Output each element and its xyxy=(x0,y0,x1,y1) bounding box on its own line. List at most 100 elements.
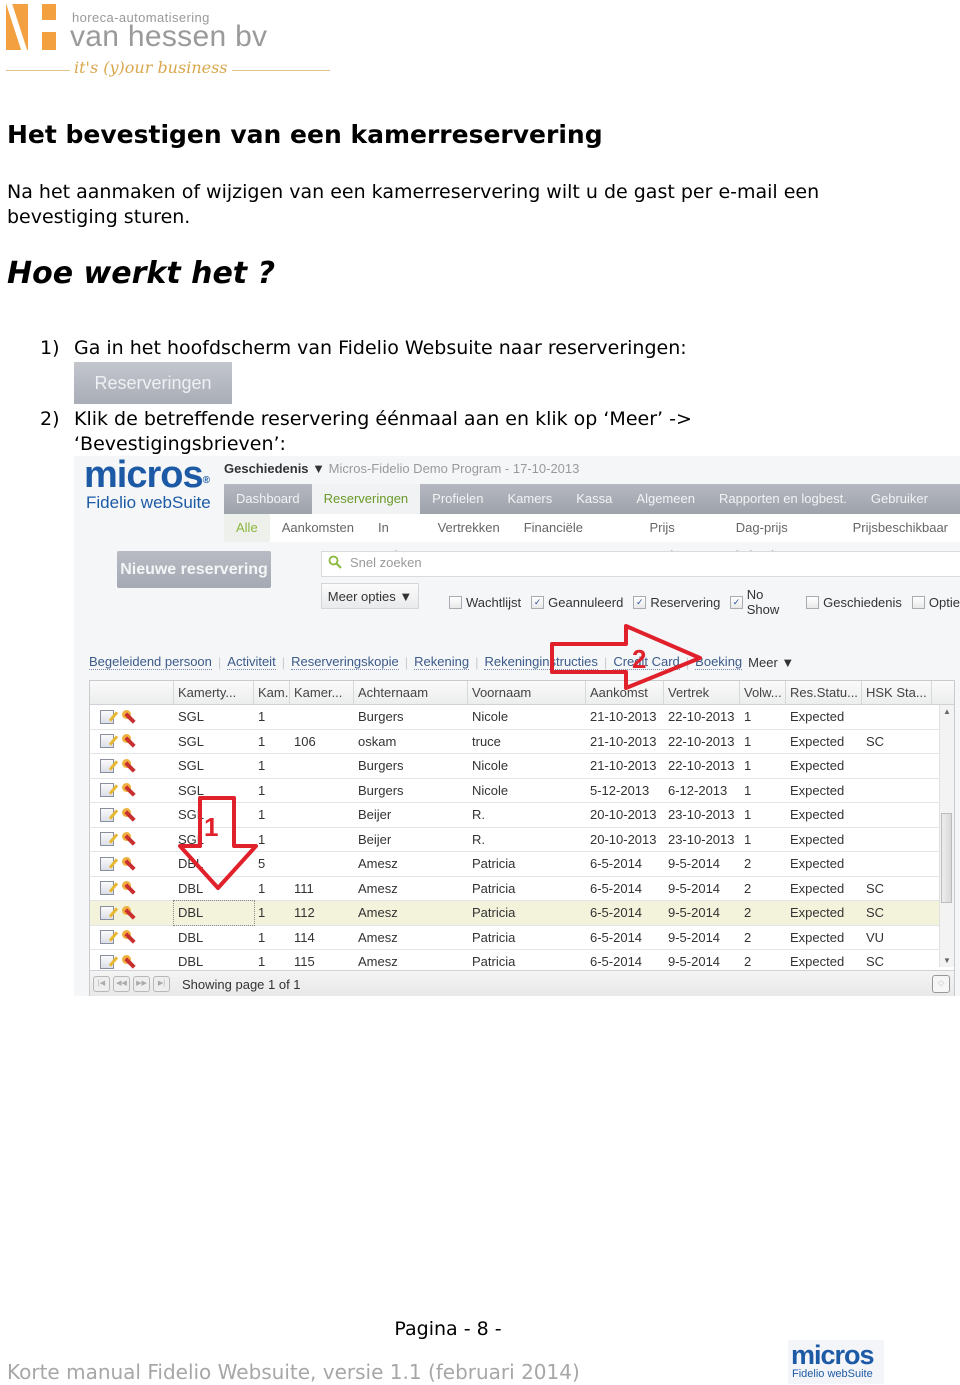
nav-kamers[interactable]: Kamers xyxy=(495,484,564,514)
column-header[interactable]: Kamer... xyxy=(290,681,354,704)
breadcrumb-history[interactable]: Geschiedenis xyxy=(224,461,309,476)
subnav-aankomsten[interactable]: Aankomsten xyxy=(270,514,366,542)
cell-vertrek: 9-5-2014 xyxy=(668,929,721,945)
scroll-down-icon[interactable]: ▼ xyxy=(943,956,951,965)
more-options-button[interactable]: Meer opties ▼ xyxy=(321,583,419,609)
column-header[interactable]: HSK Sta... xyxy=(862,681,932,704)
nav-profielen[interactable]: Profielen xyxy=(420,484,495,514)
cell-volw: 1 xyxy=(744,709,752,724)
key-icon[interactable] xyxy=(122,832,136,846)
edit-icon[interactable] xyxy=(100,734,114,749)
prev-page-icon[interactable]: ◀◀ xyxy=(113,976,130,992)
edit-icon[interactable] xyxy=(100,905,114,920)
filter-wachtlijst[interactable]: Wachtlijst xyxy=(449,587,521,617)
table-row[interactable]: DBL 1 114 Amesz Patricia 6-5-2014 9-5-2014 2 Exp… xyxy=(90,926,954,950)
edit-icon[interactable] xyxy=(100,856,114,871)
fidelio-screenshot: micros® Fidelio webSuite Geschiedenis ▼ … xyxy=(74,456,960,996)
cell-resstatu: Expected xyxy=(790,807,845,822)
cell-hsksta: SC xyxy=(866,905,885,920)
scroll-thumb[interactable] xyxy=(941,813,952,903)
column-header[interactable] xyxy=(90,681,174,704)
next-page-icon[interactable]: ▶▶ xyxy=(133,976,150,992)
first-page-icon[interactable]: |◀ xyxy=(93,976,110,992)
intro-paragraph: Na het aanmaken of wijzigen van een kame… xyxy=(7,181,820,228)
column-header[interactable]: Res.Statu... xyxy=(786,681,862,704)
nav-rapporten[interactable]: Rapporten en logbest. xyxy=(707,484,859,514)
key-icon[interactable] xyxy=(122,905,136,920)
nav-gebruiker[interactable]: Gebruiker xyxy=(859,484,940,514)
cell-aankomst: 20-10-2013 xyxy=(590,807,657,822)
subnav-in-huis[interactable]: In Huis xyxy=(366,514,426,563)
filter-reservering[interactable]: ✓ Reservering xyxy=(633,587,720,617)
column-header[interactable]: Volw... xyxy=(740,681,786,704)
key-icon[interactable] xyxy=(122,734,136,748)
edit-icon[interactable] xyxy=(100,709,114,724)
step-text: Ga in het hoofdscherm van Fidelio Websui… xyxy=(74,337,687,359)
key-icon[interactable] xyxy=(122,881,136,895)
edit-icon[interactable] xyxy=(100,807,114,822)
nav-dashboard[interactable]: Dashboard xyxy=(224,484,312,514)
column-header[interactable]: Kamerty... xyxy=(174,681,254,704)
lightbulb-icon[interactable]: ◌ xyxy=(932,975,950,993)
filter-geschiedenis[interactable]: Geschiedenis xyxy=(806,587,902,617)
table-row[interactable]: SGL 1 Burgers Nicole 21-10-2013 22-10-2013 1 Ex… xyxy=(90,754,954,779)
key-icon[interactable] xyxy=(122,807,136,822)
checkbox-checked[interactable]: ✓ xyxy=(730,595,743,609)
link-begeleidend-persoon[interactable]: Begeleidend persoon xyxy=(89,655,212,670)
link-reserveringskopie[interactable]: Reserveringskopie xyxy=(291,655,399,670)
key-icon[interactable] xyxy=(122,856,136,871)
main-nav: Dashboard Reserveringen Profielen Kamers… xyxy=(224,484,960,514)
edit-icon[interactable] xyxy=(100,758,114,773)
row-actions xyxy=(90,852,174,876)
filter-no-show[interactable]: ✓ No Show xyxy=(730,587,796,617)
search-input[interactable] xyxy=(348,554,652,571)
filter-optie[interactable]: Optie xyxy=(911,587,960,617)
filter-geannuleerd[interactable]: ✓ Geannuleerd xyxy=(531,587,623,617)
key-icon[interactable] xyxy=(122,783,136,797)
cell-hsksta xyxy=(862,705,932,729)
edit-icon[interactable] xyxy=(100,954,114,969)
checkbox-unchecked[interactable] xyxy=(449,595,462,609)
checkbox-unchecked[interactable] xyxy=(911,595,925,609)
logo-slogan: it's (y)our business xyxy=(70,58,232,77)
link-activiteit[interactable]: Activiteit xyxy=(227,655,276,670)
nav-algemeen[interactable]: Algemeen xyxy=(624,484,707,514)
subnav-alle[interactable]: Alle xyxy=(224,514,270,542)
cell-kamer xyxy=(290,828,354,852)
logo-company-name: van hessen bv xyxy=(70,20,268,53)
subnav-financiele-accounts[interactable]: Financiële Accounts xyxy=(512,514,638,563)
column-header[interactable]: Achternaam xyxy=(354,681,468,704)
table-row[interactable]: SGL 1 106 oskam truce 21-10-2013 22-10-2013 1 Ex… xyxy=(90,730,954,754)
table-row[interactable]: SGL 1 Burgers Nicole 21-10-2013 22-10-2013 1 Ex… xyxy=(90,705,954,730)
subnav-prijs-zoeken[interactable]: Prijs zoeken xyxy=(637,514,723,563)
table-row-selected[interactable]: DBL 1 112 Amesz Patricia 6-5-2014 9-5-2014 2 Exp… xyxy=(90,900,954,926)
cell-achternaam: Burgers xyxy=(358,782,404,798)
caret-down-icon[interactable]: ▼ xyxy=(312,461,325,476)
checkbox-unchecked[interactable] xyxy=(806,595,820,609)
checkbox-checked[interactable]: ✓ xyxy=(531,595,545,609)
cell-resstatu: Expected xyxy=(790,709,845,724)
link-rekening[interactable]: Rekening xyxy=(414,655,470,670)
nav-reserveringen[interactable]: Reserveringen xyxy=(311,484,421,514)
quick-search[interactable] xyxy=(321,551,960,577)
subnav-prijsbeschikbaar[interactable]: Prijsbeschikbaar xyxy=(841,514,960,542)
new-reservation-button[interactable]: Nieuwe reservering xyxy=(117,551,271,588)
more-menu-link[interactable]: Meer ▼ xyxy=(748,655,794,670)
scroll-up-icon[interactable]: ▲ xyxy=(943,707,951,716)
cell-aankomst: 21-10-2013 xyxy=(590,758,657,773)
key-icon[interactable] xyxy=(122,930,136,944)
subnav-dag-prijs-kalender[interactable]: Dag-prijs kalender xyxy=(724,514,841,563)
nav-kassa[interactable]: Kassa xyxy=(564,484,624,514)
key-icon[interactable] xyxy=(122,709,136,724)
edit-icon[interactable] xyxy=(100,832,114,847)
vertical-scrollbar[interactable]: ▲ ▼ xyxy=(939,705,954,967)
checkbox-checked[interactable]: ✓ xyxy=(633,595,647,609)
edit-icon[interactable] xyxy=(100,881,114,896)
key-icon[interactable] xyxy=(122,954,136,969)
edit-icon[interactable] xyxy=(100,783,114,798)
key-icon[interactable] xyxy=(122,758,136,773)
edit-icon[interactable] xyxy=(100,930,114,945)
subnav-vertrekken[interactable]: Vertrekken xyxy=(426,514,512,542)
column-header[interactable]: Kam... xyxy=(254,681,290,704)
last-page-icon[interactable]: ▶| xyxy=(153,976,170,992)
